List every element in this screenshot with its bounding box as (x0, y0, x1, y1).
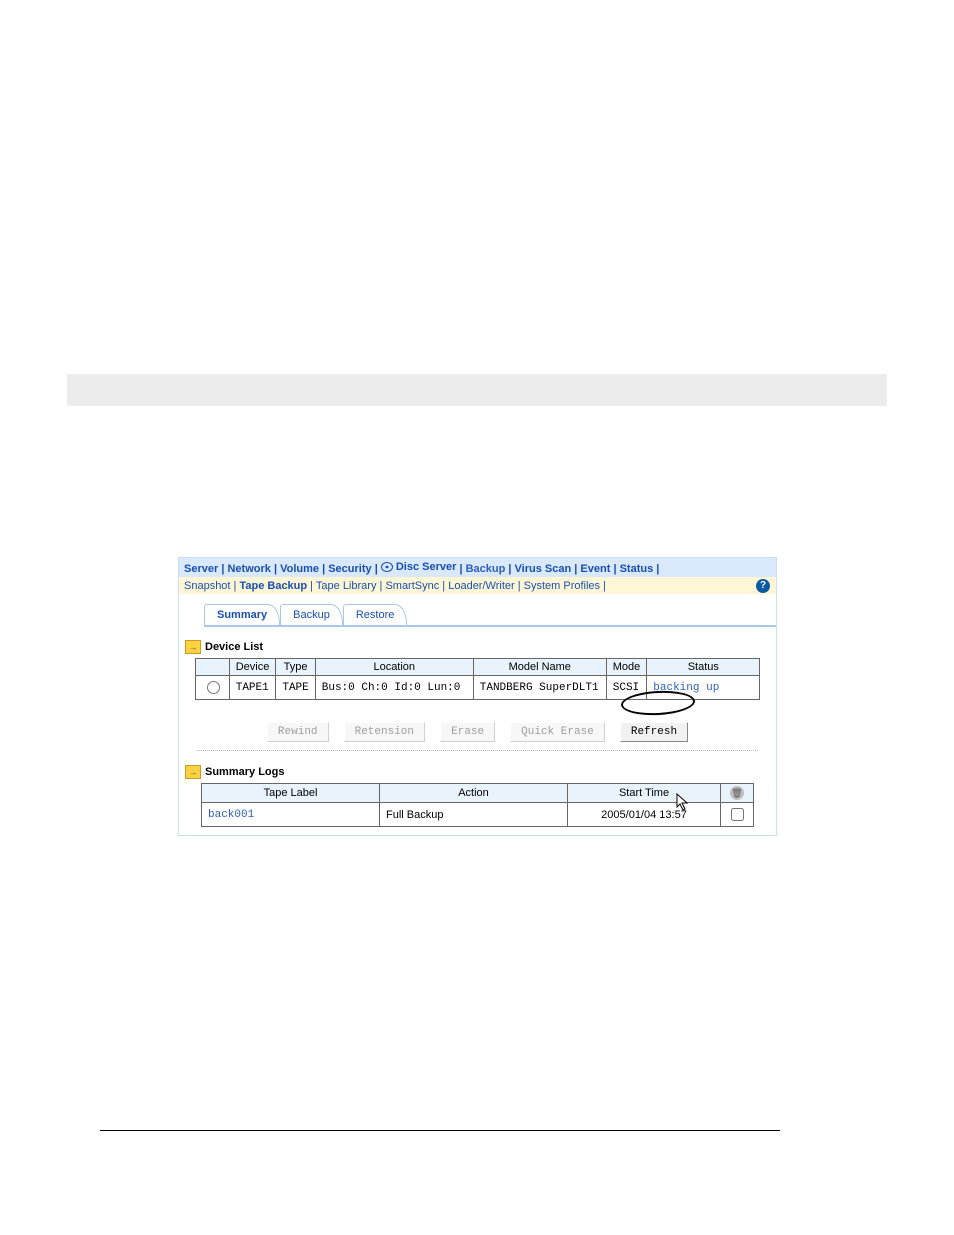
nav-security[interactable]: Security (328, 563, 371, 575)
col-device: Device (229, 659, 276, 676)
tab-restore[interactable]: Restore (343, 604, 408, 625)
tab-strip: Summary Backup Restore (204, 604, 776, 626)
col-model: Model Name (473, 659, 606, 676)
cell-status: backing up (647, 676, 760, 700)
summary-logs-table: Tape Label Action Start Time 🗑 back001 F… (201, 783, 754, 827)
footer-rule (100, 1130, 780, 1131)
nav-status[interactable]: Status (620, 563, 654, 575)
arrow-icon: → (185, 640, 201, 654)
nav-backup[interactable]: Backup (466, 563, 506, 575)
tab-backup[interactable]: Backup (280, 604, 343, 625)
subnav-snapshot[interactable]: Snapshot (184, 580, 230, 592)
table-row: TAPE1 TAPE Bus:0 Ch:0 Id:0 Lun:0 TANDBER… (195, 676, 760, 700)
rewind-button[interactable]: Rewind (267, 722, 329, 742)
device-list-table: Device Type Location Model Name Mode Sta… (195, 658, 761, 700)
summary-logs-heading: → Summary Logs (185, 765, 776, 779)
cell-mode: SCSI (606, 676, 647, 700)
log-select-checkbox[interactable] (731, 808, 744, 821)
nav-virus-scan[interactable]: Virus Scan (515, 563, 572, 575)
subnav-system-profiles[interactable]: System Profiles (524, 580, 600, 592)
table-header-row: Tape Label Action Start Time 🗑 (202, 784, 754, 803)
subnav-smartsync[interactable]: SmartSync (385, 580, 439, 592)
subnav-loader-writer[interactable]: Loader/Writer (448, 580, 514, 592)
cell-action: Full Backup (380, 803, 568, 827)
table-header-row: Device Type Location Model Name Mode Sta… (195, 659, 760, 676)
nav-disc-server[interactable]: Disc Server (381, 561, 457, 573)
nav-server[interactable]: Server (184, 563, 218, 575)
tape-label-link[interactable]: back001 (208, 809, 254, 821)
tab-summary[interactable]: Summary (204, 604, 280, 625)
col-action: Action (380, 784, 568, 803)
help-icon[interactable]: ? (756, 579, 770, 593)
col-start-time: Start Time (568, 784, 721, 803)
cell-device: TAPE1 (229, 676, 276, 700)
cell-type: TAPE (276, 676, 315, 700)
disc-icon (381, 562, 393, 572)
retension-button[interactable]: Retension (344, 722, 425, 742)
divider (197, 750, 758, 751)
arrow-icon: → (185, 765, 201, 779)
button-row: Rewind Retension Erase Quick Erase Refre… (179, 722, 776, 742)
col-type: Type (276, 659, 315, 676)
device-list-heading: → Device List (185, 640, 776, 654)
header-band (67, 374, 887, 406)
col-status: Status (647, 659, 760, 676)
nav-event[interactable]: Event (580, 563, 610, 575)
table-row: back001 Full Backup 2005/01/04 13:57 (202, 803, 754, 827)
refresh-button[interactable]: Refresh (620, 722, 688, 742)
quick-erase-button[interactable]: Quick Erase (510, 722, 605, 742)
trash-icon[interactable]: 🗑 (730, 786, 744, 800)
nav-network[interactable]: Network (227, 563, 270, 575)
subnav-tape-backup[interactable]: Tape Backup (239, 580, 307, 592)
primary-nav: Server | Network | Volume | Security | D… (179, 558, 776, 577)
cell-location: Bus:0 Ch:0 Id:0 Lun:0 (315, 676, 473, 700)
col-mode: Mode (606, 659, 647, 676)
cell-model: TANDBERG SuperDLT1 (473, 676, 606, 700)
col-tape-label: Tape Label (202, 784, 380, 803)
erase-button[interactable]: Erase (440, 722, 495, 742)
col-location: Location (315, 659, 473, 676)
admin-panel: Server | Network | Volume | Security | D… (178, 557, 777, 836)
device-select-radio[interactable] (207, 681, 220, 694)
nav-volume[interactable]: Volume (280, 563, 319, 575)
secondary-nav: Snapshot | Tape Backup | Tape Library | … (179, 577, 776, 594)
cell-start-time: 2005/01/04 13:57 (568, 803, 721, 827)
subnav-tape-library[interactable]: Tape Library (316, 580, 377, 592)
